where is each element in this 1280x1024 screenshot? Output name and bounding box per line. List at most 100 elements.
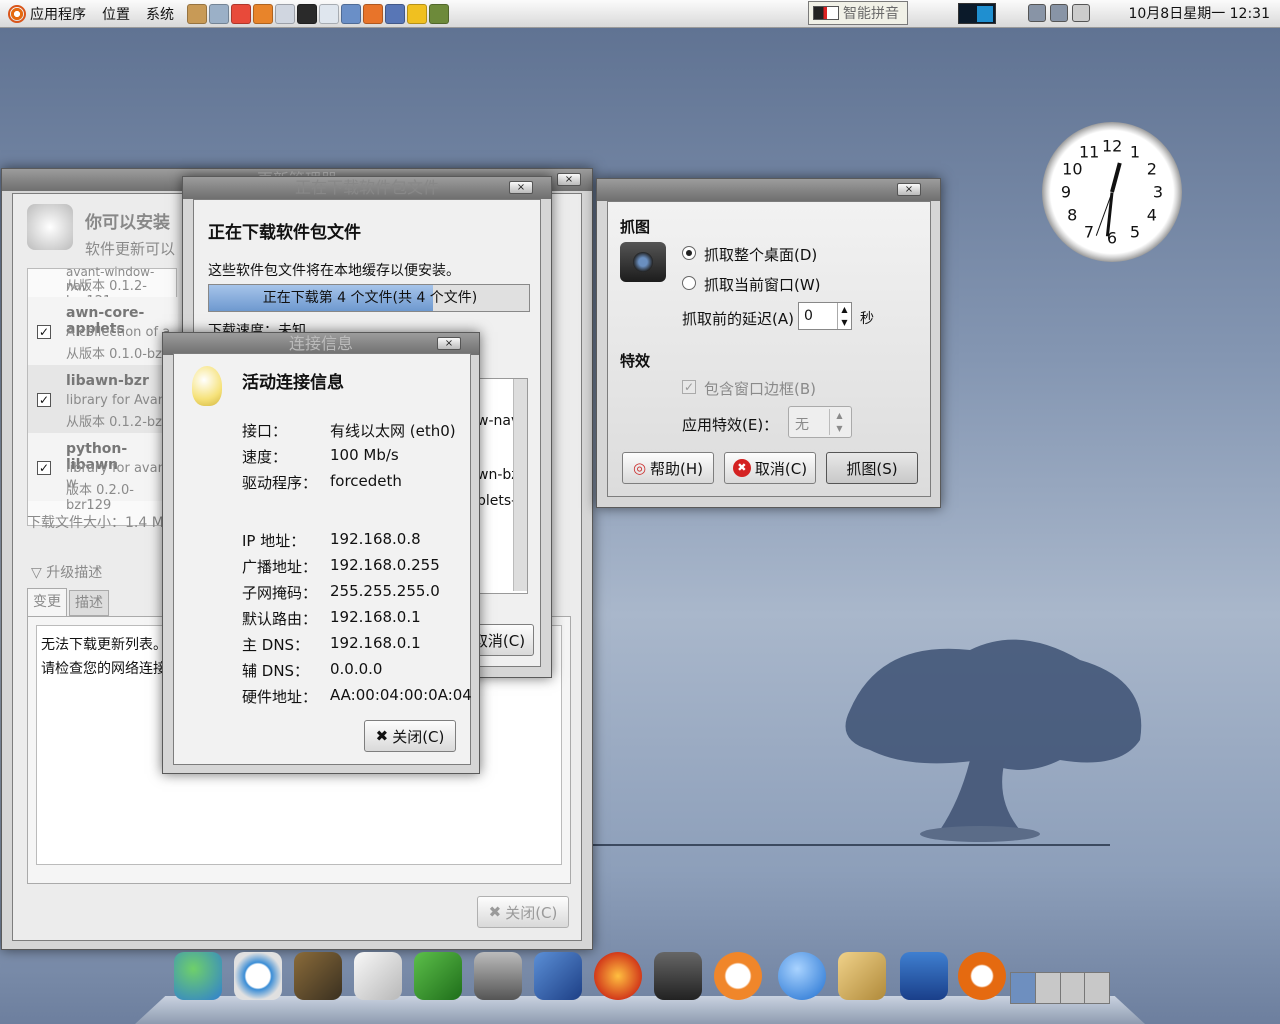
changes-text-line: 请检查您的网络连接 bbox=[41, 661, 167, 677]
refresh-icon[interactable] bbox=[714, 952, 762, 1000]
ubuntu-icon[interactable] bbox=[958, 952, 1006, 1000]
file-manager-icon[interactable] bbox=[319, 3, 339, 24]
camera-icon[interactable] bbox=[474, 952, 522, 1000]
effect-combobox[interactable]: 无 ▲ ▼ bbox=[788, 406, 852, 438]
detail-value: 192.168.0.255 bbox=[330, 556, 440, 574]
desktop-analog-clock: 12 1 2 3 4 5 6 7 8 9 10 11 bbox=[1042, 122, 1182, 262]
download-heading: 正在下载软件包文件 bbox=[208, 223, 361, 243]
connection-info-titlebar[interactable]: 连接信息 bbox=[163, 333, 479, 355]
input-method-indicator[interactable]: 智能拼音 bbox=[808, 1, 908, 25]
close-icon: ✖ bbox=[375, 727, 389, 745]
media-icon[interactable] bbox=[231, 3, 251, 24]
list-scrollbar[interactable] bbox=[513, 379, 527, 591]
workspace-1[interactable] bbox=[1011, 973, 1036, 1003]
delay-spinbutton[interactable]: 0 ▲ ▼ bbox=[798, 302, 852, 330]
trash-icon[interactable] bbox=[900, 952, 948, 1000]
writer-icon[interactable] bbox=[534, 952, 582, 1000]
close-icon: ✖ bbox=[488, 903, 502, 921]
include-border-checkbox[interactable]: ✓ bbox=[682, 380, 696, 394]
include-border-label: 包含窗口边框(B) bbox=[704, 380, 816, 398]
applications-menu[interactable]: 应用程序 bbox=[0, 0, 94, 28]
grab-section-title: 抓图 bbox=[620, 218, 651, 236]
grab-window-radio[interactable] bbox=[682, 276, 696, 290]
media-player-icon[interactable] bbox=[234, 952, 282, 1000]
workspace-3[interactable] bbox=[1061, 973, 1086, 1003]
item-checkbox[interactable]: ✓ bbox=[37, 393, 51, 407]
system-menu[interactable]: 系统 bbox=[138, 0, 182, 28]
list-item[interactable]: ✓ awn-core-applets A collection of a 从版本… bbox=[28, 297, 178, 365]
lens-icon bbox=[633, 252, 653, 272]
network-status-icon[interactable] bbox=[1050, 4, 1068, 22]
spreadsheet-icon[interactable] bbox=[414, 952, 462, 1000]
presentation-icon[interactable] bbox=[363, 3, 383, 24]
update-manager-close-icon[interactable]: × bbox=[557, 173, 581, 186]
download-close-icon[interactable]: × bbox=[509, 181, 533, 194]
detail-label: 默认路由： bbox=[242, 610, 318, 628]
changes-expander[interactable]: ▽ 升级描述 bbox=[31, 562, 102, 582]
list-item[interactable]: ✓ libawn-bzr library for Avant 从版本 0.1.2… bbox=[28, 365, 178, 433]
ime-label: 智能拼音 bbox=[843, 6, 899, 22]
network-icon[interactable] bbox=[209, 3, 229, 24]
dock-shelf bbox=[135, 996, 1145, 1024]
workspace-4[interactable] bbox=[1085, 973, 1109, 1003]
tab-description[interactable]: 描述 bbox=[69, 590, 109, 616]
screenshot-body: 抓图 抓取整个桌面(D) 抓取当前窗口(W) 抓取前的延迟(A) 0 ▲ ▼ 秒 … bbox=[607, 201, 931, 497]
expander-arrow-icon: ▽ bbox=[31, 565, 47, 581]
grab-desktop-label[interactable]: 抓取整个桌面(D) bbox=[704, 244, 817, 265]
list-item-version: 从版本 0.1.2-bzr1 bbox=[66, 415, 176, 430]
tab-changes[interactable]: 变更 bbox=[27, 588, 67, 616]
speaker-icon[interactable] bbox=[654, 952, 702, 1000]
update-close-button[interactable]: ✖ 关闭(C) bbox=[477, 896, 569, 928]
detail-value: 有线以太网 (eth0) bbox=[330, 422, 456, 440]
messenger-icon[interactable] bbox=[174, 952, 222, 1000]
penguin-icon[interactable] bbox=[407, 3, 427, 24]
item-checkbox[interactable]: ✓ bbox=[37, 461, 51, 475]
package-icon[interactable] bbox=[187, 3, 207, 24]
screenshot-close-icon[interactable]: × bbox=[897, 183, 921, 196]
package-manager-icon[interactable] bbox=[838, 952, 886, 1000]
spin-arrows-icon[interactable]: ▲ ▼ bbox=[837, 303, 851, 329]
workspace-2[interactable] bbox=[1036, 973, 1061, 1003]
firefox-dock-icon[interactable] bbox=[594, 952, 642, 1000]
item-checkbox[interactable]: ✓ bbox=[37, 325, 51, 339]
applications-menu-label: 应用程序 bbox=[30, 6, 86, 23]
connection-close-label: 关闭(C) bbox=[392, 727, 445, 746]
list-item[interactable]: ✓ python-libawn library for avant-w 版本 0… bbox=[28, 433, 178, 513]
grab-desktop-radio[interactable] bbox=[682, 246, 696, 260]
shield-icon[interactable] bbox=[385, 3, 405, 24]
places-menu[interactable]: 位置 bbox=[94, 0, 138, 28]
workspace-switcher[interactable] bbox=[1010, 972, 1110, 1004]
effects-section-title: 特效 bbox=[620, 352, 651, 370]
grab-window-label[interactable]: 抓取当前窗口(W) bbox=[704, 274, 821, 295]
firefox-icon[interactable] bbox=[253, 3, 273, 24]
detail-value: AA:00:04:00:0A:04 bbox=[330, 686, 472, 704]
mail-icon[interactable] bbox=[275, 3, 295, 24]
cancel-label: 取消(C) bbox=[754, 459, 808, 478]
connection-close-button[interactable]: ✖ 关闭(C) bbox=[364, 720, 456, 752]
panel-launchers bbox=[186, 3, 450, 24]
cancel-button[interactable]: ✖ 取消(C) bbox=[724, 452, 816, 484]
grab-button[interactable]: 抓图(S) bbox=[826, 452, 918, 484]
volume-icon[interactable] bbox=[1072, 4, 1090, 22]
download-details-list[interactable]: w-nav wn-bzr plets-l bbox=[476, 378, 528, 594]
book-icon[interactable] bbox=[429, 3, 449, 24]
gimp-icon[interactable] bbox=[294, 952, 342, 1000]
clock-number: 5 bbox=[1129, 222, 1141, 242]
detail-label: 主 DNS： bbox=[242, 636, 310, 654]
detail-label: 硬件地址： bbox=[242, 688, 318, 706]
image-viewer-icon[interactable] bbox=[341, 3, 361, 24]
update-list[interactable]: avant-window-nav 从版本 0.1.2-bzr121 ✓ awn-… bbox=[27, 265, 178, 526]
terminal-icon[interactable] bbox=[297, 3, 317, 24]
update-manager-heading: 你可以安装 bbox=[85, 213, 170, 233]
download-cancel-label: 取消(C) bbox=[472, 631, 526, 650]
connection-close-icon[interactable]: × bbox=[437, 337, 461, 350]
update-icon[interactable] bbox=[1028, 4, 1046, 22]
download-titlebar[interactable]: 正在下载软件包文件 bbox=[183, 177, 551, 199]
help-button[interactable]: ◎ 帮助(H) bbox=[622, 452, 714, 484]
text-editor-icon[interactable] bbox=[354, 952, 402, 1000]
panel-clock[interactable]: 10月8日星期一 12:31 bbox=[1128, 0, 1270, 28]
detail-value: 192.168.0.1 bbox=[330, 634, 421, 652]
screenshot-titlebar[interactable] bbox=[597, 179, 940, 201]
system-monitor-graph[interactable] bbox=[958, 3, 996, 24]
info-icon[interactable] bbox=[778, 952, 826, 1000]
